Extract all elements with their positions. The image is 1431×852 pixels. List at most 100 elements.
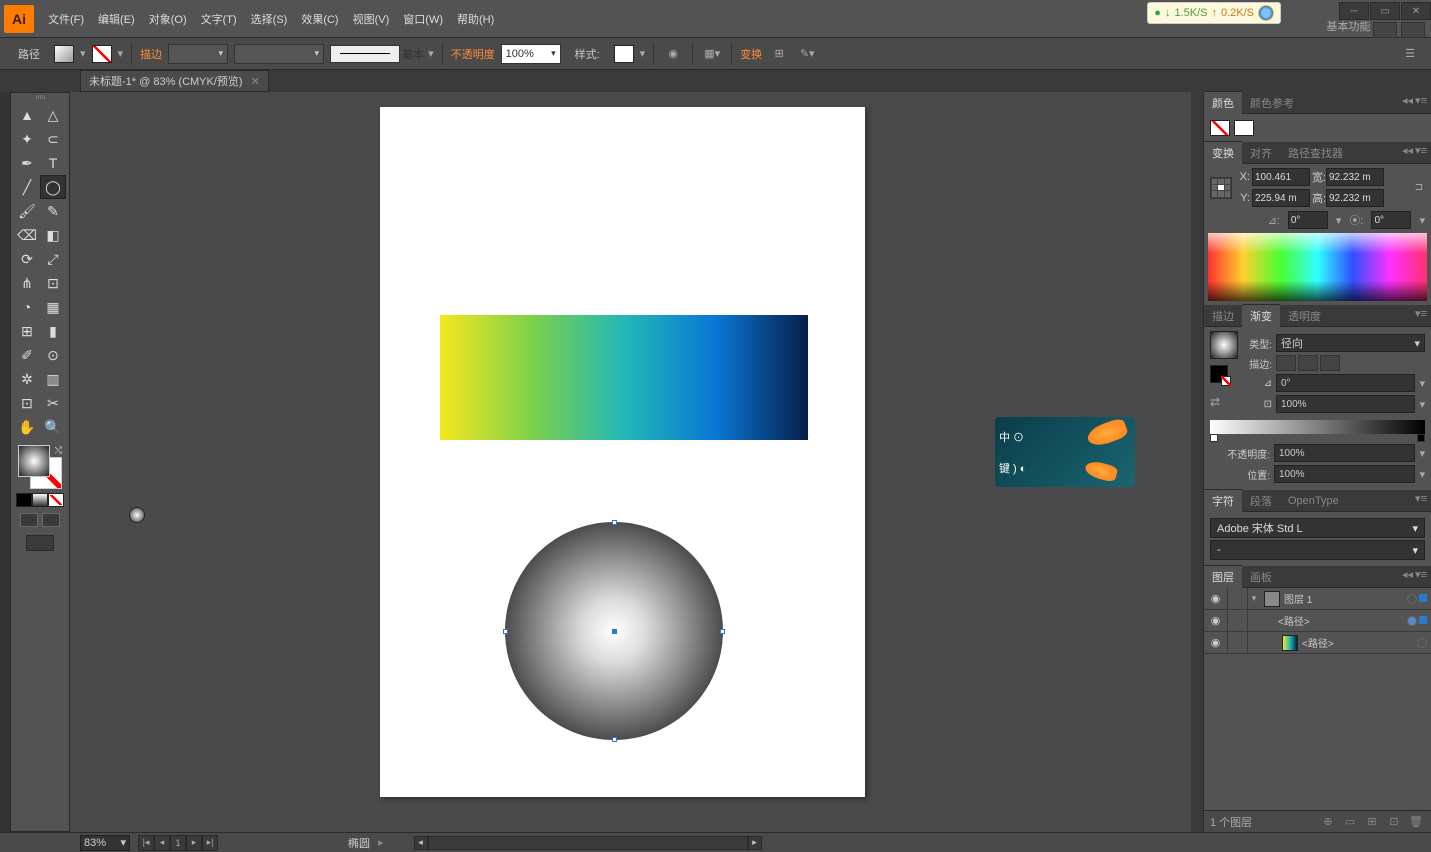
menu-edit[interactable]: 编辑(E)	[92, 7, 141, 31]
gradient-stop-end[interactable]	[1417, 434, 1425, 442]
swap-fill-stroke-icon[interactable]: ⤭	[55, 445, 62, 456]
new-layer-icon[interactable]: ⊡	[1385, 814, 1403, 830]
reference-point[interactable]	[1210, 177, 1232, 199]
color-spectrum[interactable]	[1208, 233, 1427, 301]
scroll-right[interactable]: ▸	[748, 836, 762, 850]
free-transform-tool[interactable]: ⊡	[40, 271, 66, 295]
grid-view-btn[interactable]	[1401, 22, 1425, 38]
shear-input[interactable]: 0°	[1371, 211, 1411, 229]
locate-object-icon[interactable]: ⊕	[1319, 814, 1337, 830]
lock-toggle[interactable]	[1228, 632, 1248, 653]
workspace-switcher[interactable]: 基本功能 ▾	[1326, 18, 1379, 34]
layer-name[interactable]: 图层 1	[1284, 591, 1407, 606]
last-artboard[interactable]: ▸|	[202, 835, 218, 851]
artboard-tool[interactable]: ⊡	[14, 391, 40, 415]
fill-box[interactable]	[18, 445, 50, 477]
mode-color[interactable]	[16, 493, 32, 507]
gradient-location-input[interactable]: 100%	[1274, 465, 1415, 483]
delete-layer-icon[interactable]: 🗑	[1407, 814, 1425, 830]
gradient-tool[interactable]: ▮	[40, 319, 66, 343]
visibility-toggle[interactable]: ◉	[1204, 610, 1228, 631]
menu-object[interactable]: 对象(O)	[143, 7, 193, 31]
close-button[interactable]: ✕	[1401, 2, 1431, 20]
opacity-select[interactable]: 100%	[501, 44, 561, 64]
mode-gradient[interactable]	[32, 493, 48, 507]
brush-select[interactable]	[234, 44, 324, 64]
color-white-swatch[interactable]	[1234, 120, 1254, 136]
stroke-swatch[interactable]	[92, 45, 112, 63]
graph-tool[interactable]: ▥	[40, 367, 66, 391]
shape-builder-tool[interactable]: ◔	[14, 295, 40, 319]
fill-swatch[interactable]	[54, 45, 74, 63]
close-tab-icon[interactable]: ✕	[251, 75, 260, 88]
eyedropper-tool[interactable]: ✐	[14, 343, 40, 367]
constrain-wh-icon[interactable]: ⊐	[1413, 182, 1425, 193]
path-name[interactable]: <路径>	[1278, 613, 1407, 628]
menu-window[interactable]: 窗口(W)	[397, 7, 449, 31]
y-input[interactable]: 225.94 m	[1252, 189, 1310, 207]
gradient-strip[interactable]	[1210, 420, 1425, 434]
tab-transparency-panel[interactable]: 透明度	[1280, 305, 1329, 327]
gradient-stroke-swatch[interactable]	[1210, 365, 1228, 383]
recolor-icon[interactable]: ◉	[662, 44, 684, 64]
make-clip-icon[interactable]: ▭	[1341, 814, 1359, 830]
hscroll-track[interactable]	[428, 836, 748, 850]
menu-select[interactable]: 选择(S)	[245, 7, 294, 31]
tab-gradient-panel[interactable]: 渐变	[1242, 304, 1280, 327]
stroke-weight-select[interactable]	[168, 44, 228, 64]
menu-effect[interactable]: 效果(C)	[295, 7, 344, 31]
tab-color-guide[interactable]: 颜色参考	[1242, 92, 1302, 114]
tab-pathfinder[interactable]: 路径查找器	[1280, 142, 1351, 164]
rotate-input[interactable]: 0°	[1288, 211, 1328, 229]
opacity-link-label[interactable]: 不透明度	[451, 46, 495, 62]
stroke-grad-3[interactable]	[1320, 355, 1340, 371]
first-artboard[interactable]: |◂	[138, 835, 154, 851]
edit-icon[interactable]: ✎▾	[796, 44, 818, 64]
scale-tool[interactable]: ⤢	[40, 247, 66, 271]
gradient-ratio-input[interactable]: 100%	[1276, 395, 1415, 413]
menu-help[interactable]: 帮助(H)	[451, 7, 500, 31]
blend-tool[interactable]: ⊙	[40, 343, 66, 367]
stroke-grad-2[interactable]	[1298, 355, 1318, 371]
type-tool[interactable]: T	[40, 151, 66, 175]
stroke-grad-1[interactable]	[1276, 355, 1296, 371]
x-input[interactable]: 100.461	[1252, 168, 1310, 186]
gradient-type-select[interactable]: 径向▾	[1276, 334, 1425, 352]
color-none-swatch[interactable]	[1210, 120, 1230, 136]
align-icon[interactable]: ▦▾	[701, 44, 723, 64]
layer-row[interactable]: ◉ <路径>	[1204, 610, 1431, 632]
tab-opentype[interactable]: OpenType	[1280, 492, 1347, 510]
gradient-stop-start[interactable]	[1210, 434, 1218, 442]
w-input[interactable]: 92.232 m	[1326, 168, 1384, 186]
line-tool[interactable]: ╱	[14, 175, 40, 199]
paintbrush-tool[interactable]: 🖌	[14, 199, 40, 223]
perspective-tool[interactable]: ▦	[40, 295, 66, 319]
mode-none[interactable]	[48, 493, 64, 507]
mesh-tool[interactable]: ⊞	[14, 319, 40, 343]
prev-artboard[interactable]: ◂	[154, 835, 170, 851]
tab-align[interactable]: 对齐	[1242, 142, 1280, 164]
pen-tool[interactable]: ✒	[14, 151, 40, 175]
lasso-tool[interactable]: ⊂	[40, 127, 66, 151]
next-artboard[interactable]: ▸	[186, 835, 202, 851]
tab-transform[interactable]: 变换	[1204, 141, 1242, 164]
stroke-link-label[interactable]: 描边	[140, 46, 162, 62]
direct-selection-tool[interactable]: △	[40, 103, 66, 127]
menu-view[interactable]: 视图(V)	[347, 7, 396, 31]
magic-wand-tool[interactable]: ✦	[14, 127, 40, 151]
document-tab[interactable]: 未标题-1* @ 83% (CMYK/预览) ✕	[80, 70, 269, 92]
font-weight-select[interactable]: -▾	[1210, 540, 1425, 560]
slice-tool[interactable]: ✂	[40, 391, 66, 415]
expand-toggle[interactable]: ▾	[1248, 593, 1260, 604]
tab-color[interactable]: 颜色	[1204, 91, 1242, 114]
canvas-area[interactable]: 中 ⊙ 键 ) ◐	[70, 92, 1191, 832]
visibility-toggle[interactable]: ◉	[1204, 632, 1228, 653]
isolate-icon[interactable]: ⊞	[768, 44, 790, 64]
visibility-toggle[interactable]: ◉	[1204, 588, 1228, 609]
symbol-sprayer-tool[interactable]: ✲	[14, 367, 40, 391]
tab-layers[interactable]: 图层	[1204, 565, 1242, 588]
artboard-number[interactable]: 1	[170, 835, 186, 851]
blob-brush-tool[interactable]: ⌫	[14, 223, 40, 247]
gradient-angle-input[interactable]: 0°	[1276, 374, 1415, 392]
screen-normal[interactable]	[20, 513, 38, 527]
